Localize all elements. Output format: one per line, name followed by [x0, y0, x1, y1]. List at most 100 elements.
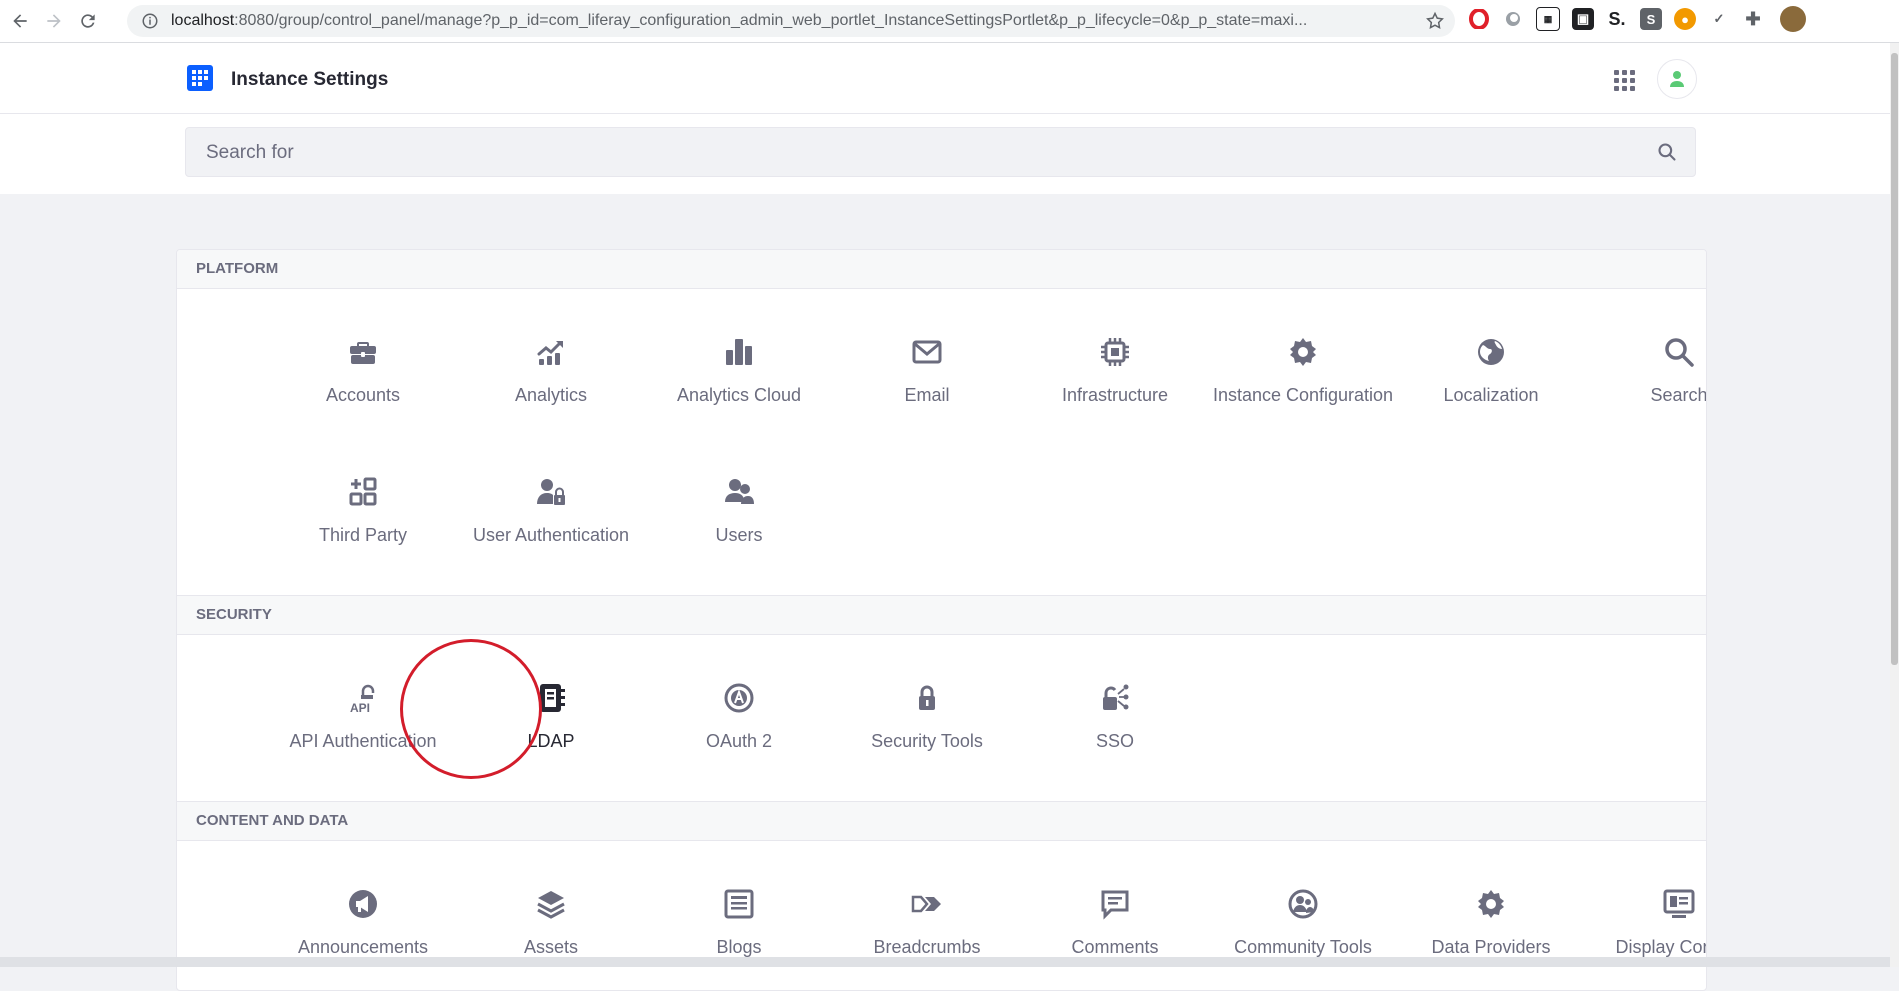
tile-sso[interactable]: SSO [1021, 682, 1209, 754]
check-icon[interactable]: ✓ [1708, 8, 1730, 30]
tile-data-providers[interactable]: Data Providers [1397, 888, 1585, 960]
tile-label: Instance Configuration [1212, 385, 1394, 405]
oauth-icon [723, 682, 755, 714]
tile-instance-configuration[interactable]: Instance Configuration [1209, 336, 1397, 408]
arrow-right-icon [47, 14, 61, 28]
tile-label: API Authentication [289, 731, 437, 751]
user-icon [1670, 71, 1684, 87]
user-avatar[interactable] [1657, 59, 1697, 99]
circle-icon[interactable] [1502, 8, 1524, 30]
status-bar [0, 957, 1890, 967]
tile-infrastructure[interactable]: Infrastructure [1021, 336, 1209, 408]
puzzle-icon[interactable]: ✚ [1742, 8, 1764, 30]
tile-label: Analytics [514, 385, 588, 405]
user-lock-icon [535, 476, 567, 508]
tile-search[interactable]: Search [1585, 336, 1707, 408]
tile-security-tools[interactable]: Security Tools [833, 682, 1021, 754]
settings-panel: PLATFORM Accounts Analytics Analytics Cl… [176, 249, 1707, 991]
sso-icon [1099, 682, 1131, 714]
liferay-logo-icon[interactable] [187, 65, 213, 91]
section-header-security: SECURITY [177, 595, 1706, 635]
address-bar[interactable]: localhost:8080/group/control_panel/manag… [127, 5, 1455, 37]
display-icon [1663, 888, 1695, 920]
blog-icon [723, 888, 755, 920]
address-book-icon [535, 682, 567, 714]
tile-label: LDAP [527, 731, 575, 751]
gear-icon [1475, 888, 1507, 920]
apps-grid-icon[interactable] [1614, 70, 1636, 92]
info-icon[interactable] [141, 12, 159, 30]
tile-analytics-cloud[interactable]: Analytics Cloud [645, 336, 833, 408]
s-icon[interactable]: S. [1606, 8, 1628, 30]
tile-label: Third Party [318, 525, 408, 545]
tile-label: Email [904, 385, 950, 405]
tile-label: Assets [523, 937, 579, 957]
app-header: Instance Settings [0, 43, 1890, 114]
profile-icon[interactable] [1780, 6, 1806, 32]
tile-api-authentication[interactable]: API API Authentication [269, 682, 457, 754]
tile-breadcrumbs[interactable]: Breadcrumbs [833, 888, 1021, 960]
comment-icon [1099, 888, 1131, 920]
tile-label: Search [1650, 385, 1707, 405]
tile-display-content[interactable]: Display Content [1585, 888, 1706, 960]
tile-oauth-2[interactable]: OAuth 2 [645, 682, 833, 754]
tile-analytics[interactable]: Analytics [457, 336, 645, 408]
tile-community-tools[interactable]: Community Tools [1209, 888, 1397, 960]
news-icon[interactable]: ▦ [1536, 7, 1560, 31]
search-icon [1663, 336, 1695, 368]
users-icon [723, 476, 755, 508]
community-icon [1287, 888, 1319, 920]
analytics-icon [535, 336, 567, 368]
globe-icon [1475, 336, 1507, 368]
tile-label: Analytics Cloud [676, 385, 802, 405]
section-header-platform: PLATFORM [177, 250, 1706, 289]
search-section [0, 114, 1890, 194]
fox-icon[interactable]: ● [1674, 8, 1696, 30]
search-field[interactable] [185, 127, 1696, 178]
tile-label: Localization [1443, 385, 1539, 405]
tile-blogs[interactable]: Blogs [645, 888, 833, 960]
extensions-bar: ▦ ▣ S. S ● ✓ ✚ [1468, 6, 1806, 32]
tile-label: Community Tools [1234, 937, 1372, 957]
tab-icon[interactable]: ▣ [1572, 8, 1594, 30]
envelope-icon [911, 336, 943, 368]
tile-accounts[interactable]: Accounts [269, 336, 457, 408]
reload-icon [81, 14, 95, 28]
page-scrollbar[interactable] [1890, 43, 1899, 967]
tile-label: Comments [1071, 937, 1159, 957]
breadcrumb-icon [911, 888, 943, 920]
browser-toolbar: localhost:8080/group/control_panel/manag… [0, 0, 1899, 43]
tile-label: Display Content [1615, 937, 1706, 957]
tile-users[interactable]: Users [645, 476, 833, 548]
section-header-content-and-data: CONTENT AND DATA [177, 801, 1706, 841]
tile-label: Security Tools [871, 731, 983, 751]
tile-third-party[interactable]: Third Party [269, 476, 457, 548]
tile-label: Data Providers [1431, 937, 1551, 957]
tile-ldap[interactable]: LDAP [457, 682, 645, 754]
tile-label: Infrastructure [1061, 385, 1169, 405]
tile-label: Users [715, 525, 763, 545]
arrow-left-icon [13, 14, 27, 28]
tile-label: Announcements [297, 937, 429, 957]
tile-email[interactable]: Email [833, 336, 1021, 408]
tile-label: Blogs [716, 937, 762, 957]
scroll-thumb[interactable] [1891, 53, 1898, 665]
star-icon[interactable] [1425, 11, 1445, 31]
tile-user-authentication[interactable]: User Authentication [457, 476, 645, 548]
lock-icon [911, 682, 943, 714]
tile-localization[interactable]: Localization [1397, 336, 1585, 408]
tile-label: Breadcrumbs [873, 937, 981, 957]
svg-text:API: API [350, 701, 370, 714]
opera-icon[interactable] [1468, 8, 1490, 30]
search-icon[interactable] [1657, 142, 1677, 162]
tile-assets[interactable]: Assets [457, 888, 645, 960]
briefcase-icon [347, 336, 379, 368]
reload-button[interactable] [74, 7, 102, 35]
gear-icon [1287, 336, 1319, 368]
s-box-icon[interactable]: S [1640, 8, 1662, 30]
tile-comments[interactable]: Comments [1021, 888, 1209, 960]
tile-announcements[interactable]: Announcements [269, 888, 457, 960]
forward-button[interactable] [40, 7, 68, 35]
search-input[interactable] [204, 128, 1628, 178]
back-button[interactable] [6, 7, 34, 35]
